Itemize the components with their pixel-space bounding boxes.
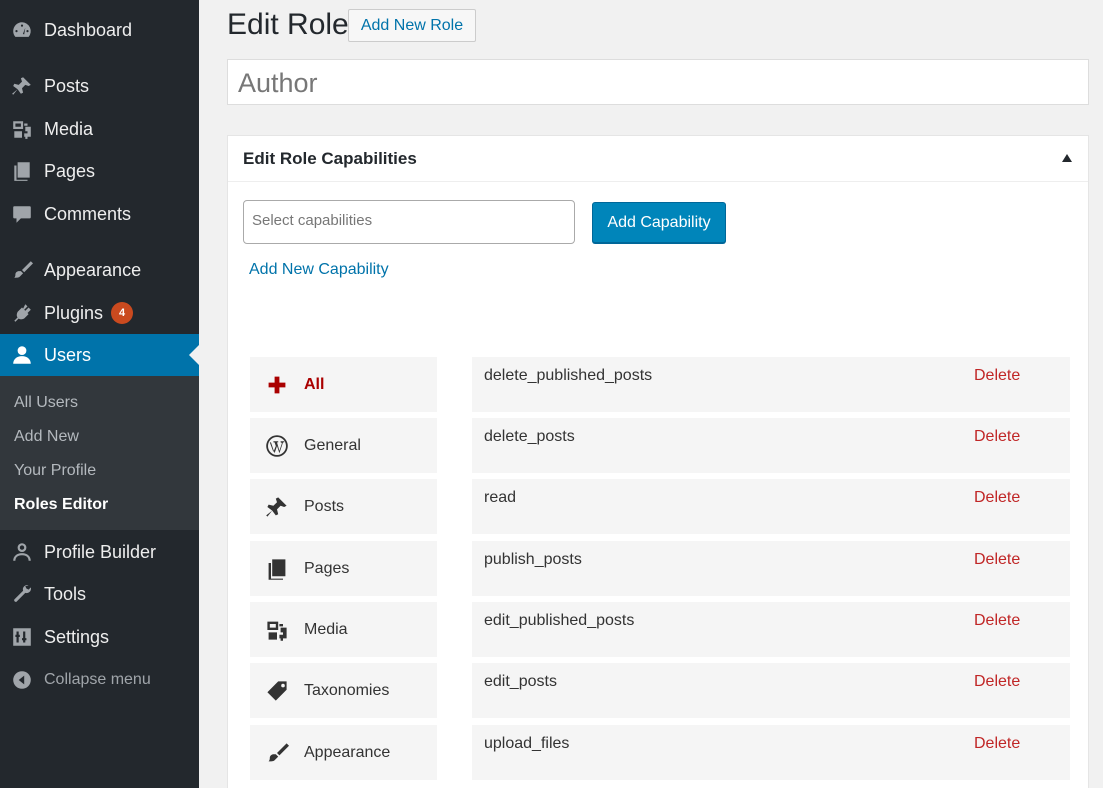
menu-item-posts[interactable]: Posts: [0, 70, 199, 102]
menu-item-media[interactable]: Media: [0, 113, 199, 145]
menu-label: Appearance: [44, 259, 142, 280]
current-menu-arrow: [189, 345, 199, 365]
brush-icon: [0, 259, 44, 281]
capability-row: read Delete: [472, 479, 1070, 534]
menu-item-comments[interactable]: Comments: [0, 198, 199, 230]
page-title: Edit Role: [227, 8, 349, 41]
tab-label: Appearance: [304, 743, 391, 761]
menu-item-plugins[interactable]: Plugins 4: [0, 297, 199, 329]
menu-label: Settings: [44, 626, 110, 647]
capability-row: publish_posts Delete: [472, 541, 1070, 596]
comment-icon: [0, 203, 44, 225]
delete-capability-link[interactable]: Delete: [974, 428, 1020, 446]
tab-label: Pages: [304, 559, 350, 577]
menu-label: Comments: [44, 203, 132, 224]
users-submenu: All Users Add New Your Profile Roles Edi…: [0, 376, 199, 530]
menu-item-pages[interactable]: Pages: [0, 155, 199, 187]
capability-name: delete_published_posts: [484, 367, 653, 384]
pages-icon: [0, 160, 44, 182]
tag-icon: [250, 679, 304, 703]
capability-name: delete_posts: [484, 428, 575, 445]
capability-row: edit_posts Delete: [472, 663, 1070, 718]
delete-capability-link[interactable]: Delete: [974, 489, 1020, 507]
update-count-badge: 4: [111, 302, 134, 324]
capability-name: read: [484, 489, 517, 506]
wordpress-icon: [250, 434, 304, 458]
pin-icon: [250, 495, 304, 519]
tab-label: Media: [304, 620, 348, 638]
media-icon: [250, 618, 304, 642]
tab-all[interactable]: All: [250, 357, 437, 412]
capability-row: edit_published_posts Delete: [472, 602, 1070, 657]
menu-label: Pages: [44, 160, 96, 181]
menu-label: Plugins: [44, 302, 104, 323]
menu-item-profile-builder[interactable]: Profile Builder: [0, 536, 199, 568]
menu-label: Posts: [44, 75, 90, 96]
menu-label: Collapse menu: [44, 671, 151, 688]
menu-label: Dashboard: [44, 19, 133, 40]
add-new-capability-link[interactable]: Add New Capability: [249, 261, 389, 279]
menu-item-users[interactable]: Users: [0, 334, 199, 376]
menu-label: Users: [44, 344, 92, 365]
tab-label: Taxonomies: [304, 681, 390, 699]
media-icon: [0, 118, 44, 140]
tab-label: Posts: [304, 497, 345, 515]
capabilities-select[interactable]: Select capabilities: [243, 200, 575, 244]
user-icon: [0, 344, 44, 366]
add-capability-button[interactable]: Add Capability: [592, 202, 726, 243]
capability-name: edit_published_posts: [484, 612, 635, 629]
tab-posts[interactable]: Posts: [250, 479, 437, 534]
collapse-menu-button[interactable]: Collapse menu: [0, 664, 199, 696]
submenu-add-new[interactable]: Add New: [14, 428, 79, 446]
delete-capability-link[interactable]: Delete: [974, 551, 1020, 569]
capability-name: publish_posts: [484, 551, 582, 568]
capability-row: upload_files Delete: [472, 725, 1070, 780]
add-new-role-button[interactable]: Add New Role: [348, 9, 476, 42]
tab-pages[interactable]: Pages: [250, 541, 437, 596]
tab-general[interactable]: General: [250, 418, 437, 473]
tab-taxonomies[interactable]: Taxonomies: [250, 663, 437, 718]
delete-capability-link[interactable]: Delete: [974, 612, 1020, 630]
plus-icon: [250, 373, 304, 397]
user-outline-icon: [0, 541, 44, 563]
capability-row: delete_posts Delete: [472, 418, 1070, 473]
submenu-all-users[interactable]: All Users: [14, 394, 78, 412]
menu-item-settings[interactable]: Settings: [0, 621, 199, 653]
menu-label: Tools: [44, 583, 87, 604]
collapse-toggle-icon[interactable]: [1062, 154, 1072, 162]
settings-icon: [0, 626, 44, 648]
menu-item-appearance[interactable]: Appearance: [0, 254, 199, 286]
pages-icon: [250, 557, 304, 581]
plugin-icon: [0, 302, 44, 324]
menu-label: Media: [44, 118, 94, 139]
submenu-roles-editor[interactable]: Roles Editor: [14, 496, 108, 514]
delete-capability-link[interactable]: Delete: [974, 735, 1020, 753]
menu-item-dashboard[interactable]: Dashboard: [0, 14, 199, 46]
admin-sidebar: Dashboard Posts Media Pages Comments App…: [0, 0, 199, 788]
tab-appearance[interactable]: Appearance: [250, 725, 437, 780]
role-name-input[interactable]: Author: [227, 59, 1089, 105]
wrench-icon: [0, 583, 44, 605]
capabilities-postbox: Edit Role Capabilities Select capabiliti…: [227, 135, 1089, 788]
brush-icon: [250, 741, 304, 765]
tab-label: All: [304, 375, 325, 393]
menu-item-tools[interactable]: Tools: [0, 578, 199, 610]
tab-label: General: [304, 436, 361, 454]
collapse-icon: [0, 669, 44, 691]
dashboard-icon: [0, 19, 44, 41]
capability-name: edit_posts: [484, 673, 557, 690]
postbox-header[interactable]: Edit Role Capabilities: [228, 136, 1088, 182]
pin-icon: [0, 75, 44, 97]
submenu-your-profile[interactable]: Your Profile: [14, 462, 96, 480]
delete-capability-link[interactable]: Delete: [974, 367, 1020, 385]
menu-label: Profile Builder: [44, 541, 157, 562]
capability-name: upload_files: [484, 735, 570, 752]
delete-capability-link[interactable]: Delete: [974, 673, 1020, 691]
capability-row: delete_published_posts Delete: [472, 357, 1070, 412]
tab-media[interactable]: Media: [250, 602, 437, 657]
postbox-title: Edit Role Capabilities: [243, 149, 417, 168]
